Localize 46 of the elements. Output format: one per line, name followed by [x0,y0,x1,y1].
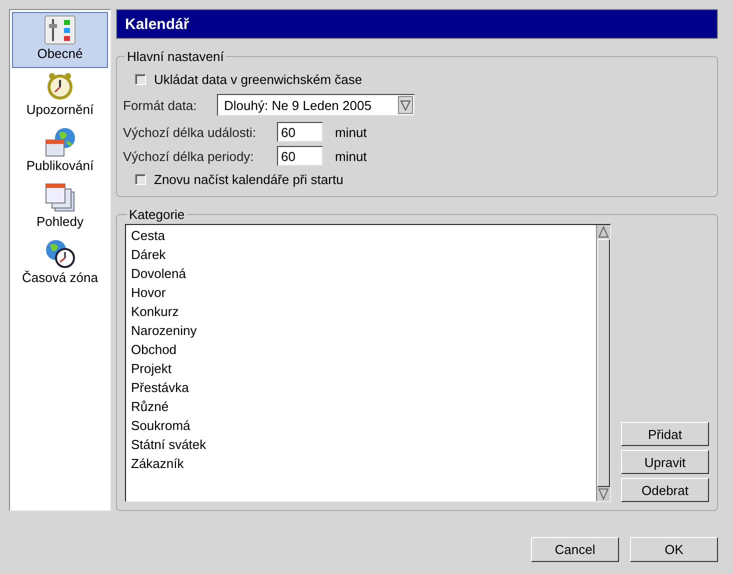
list-item[interactable]: Projekt [131,359,591,378]
field-label: Výchozí délka události: [123,124,257,140]
calendars-icon [44,183,76,213]
list-item[interactable]: Přestávka [131,378,591,397]
group-title: Hlavní nastavení [126,49,225,64]
list-item[interactable]: Dovolená [131,264,591,283]
scroll-up-icon[interactable] [597,225,610,239]
list-item[interactable]: Konkurz [131,302,591,321]
field-label: Výchozí délka periody: [123,148,255,164]
list-item[interactable]: Narozeniny [131,321,591,340]
checkbox-label: Ukládat data v greenwichském čase [154,72,362,86]
list-item[interactable]: Různé [131,397,591,416]
dialog-button[interactable]: Cancel [531,537,619,562]
list-item[interactable]: Obchod [131,340,591,359]
dialog-button[interactable]: OK [630,537,718,562]
sliders-icon [44,15,76,45]
category-button[interactable]: Přidat [621,422,709,446]
list-item[interactable]: Zákazník [131,454,591,473]
list-item[interactable]: Soukromá [131,416,591,435]
sidebar-item[interactable]: Obecné [12,12,108,68]
unit-label: minut [335,148,367,164]
page-title: Kalendář [116,9,718,39]
sidebar-item[interactable]: Pohledy [12,180,108,236]
scroll-thumb[interactable] [597,239,610,487]
globe-calendar-icon [44,127,76,157]
scroll-down-icon[interactable] [597,487,610,501]
scrollbar[interactable] [596,225,610,501]
list-item[interactable]: Státní svátek [131,435,591,454]
checkbox[interactable] [135,174,146,184]
globe-clock-icon [44,239,76,269]
checkbox-label: Znovu načíst kalendáře při startu [154,172,344,186]
field-label: Formát data: [123,98,198,112]
category-button[interactable]: Odebrat [621,478,709,502]
list-item[interactable]: Dárek [131,245,591,264]
category-button[interactable]: Upravit [621,450,709,474]
sidebar-item[interactable]: Časová zóna [12,236,108,292]
checkbox[interactable] [135,74,146,84]
sidebar-item[interactable]: Upozornění [12,68,108,124]
number-field[interactable]: 60 [277,122,323,142]
unit-label: minut [335,124,367,140]
sidebar-item[interactable]: Publikování [12,124,108,180]
number-field[interactable]: 60 [277,146,323,166]
date-format-dropdown[interactable]: Dlouhý: Ne 9 Leden 2005 [217,94,415,116]
group-title: Kategorie [128,207,186,222]
list-item[interactable]: Hovor [131,283,591,302]
list-item[interactable]: Cesta [131,226,591,245]
